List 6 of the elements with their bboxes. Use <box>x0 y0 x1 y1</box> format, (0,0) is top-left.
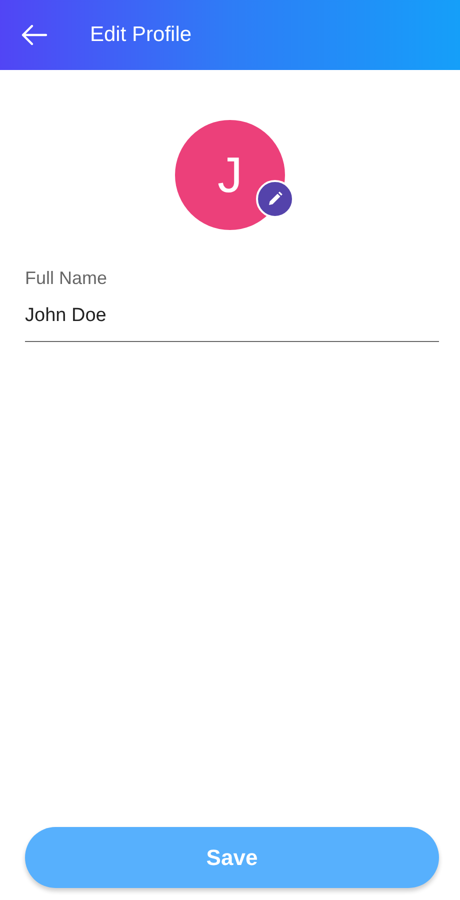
field-label: Full Name <box>25 268 108 289</box>
back-arrow-icon <box>20 24 48 46</box>
pencil-icon <box>267 191 283 207</box>
header-title: Edit Profile <box>90 23 192 47</box>
back-button[interactable] <box>20 24 48 46</box>
avatar-initial: J <box>218 146 242 204</box>
